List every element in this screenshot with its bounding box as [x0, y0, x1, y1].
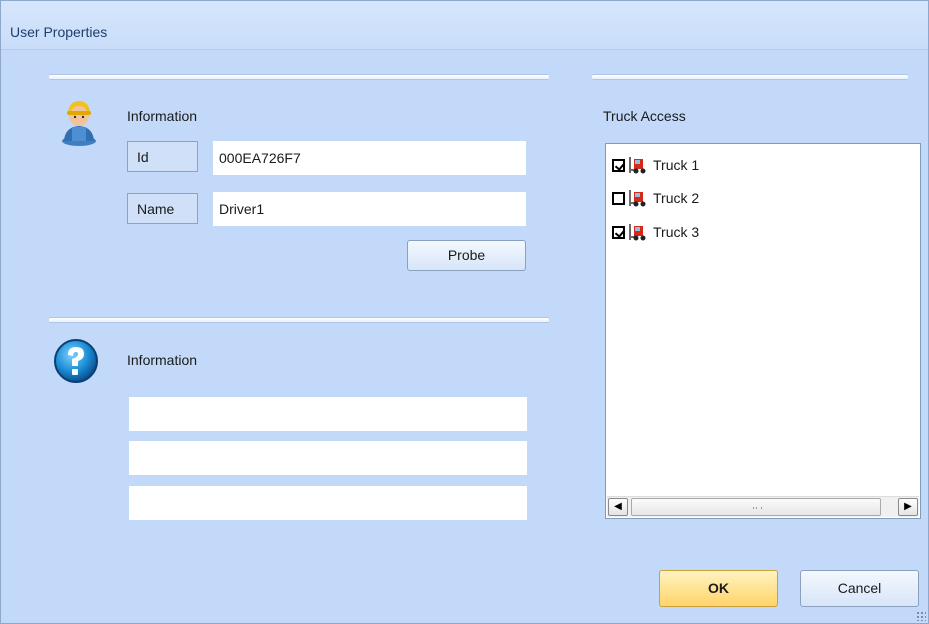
list-item-truck-1[interactable]: Truck 1 — [612, 154, 699, 176]
horizontal-scrollbar[interactable]: ◀ ▶ — [607, 496, 919, 517]
window-title: User Properties — [10, 24, 108, 40]
info-field-3[interactable] — [129, 486, 527, 520]
truck-access-heading: Truck Access — [603, 108, 686, 124]
scrollbar-grip — [753, 507, 762, 509]
truck-3-label: Truck 3 — [653, 224, 700, 240]
title-bar[interactable]: User Properties — [1, 1, 928, 50]
separator-truck-section — [592, 74, 908, 80]
truck-1-checkbox[interactable] — [612, 158, 625, 172]
info-field-1[interactable] — [129, 397, 527, 431]
truck-1-label: Truck 1 — [653, 157, 700, 173]
id-field[interactable] — [213, 141, 526, 175]
separator-info-section — [49, 317, 549, 323]
truck-3-checkbox[interactable] — [612, 225, 625, 239]
separator-user-section — [49, 74, 549, 80]
name-field[interactable] — [213, 192, 526, 226]
id-label: Id — [127, 141, 198, 172]
user-info-heading: Information — [127, 108, 198, 124]
user-properties-dialog: User Properties Information Id Name Prob… — [0, 0, 929, 624]
help-question-icon — [54, 339, 98, 383]
ok-button[interactable]: OK — [659, 570, 778, 607]
info-field-2[interactable] — [129, 441, 527, 475]
probe-button[interactable]: Probe — [407, 240, 526, 271]
info-heading: Information — [127, 352, 198, 368]
forklift-truck-icon — [629, 157, 646, 174]
list-item-truck-2[interactable]: Truck 2 — [612, 187, 699, 209]
resize-grip[interactable] — [916, 611, 926, 621]
scrollbar-thumb[interactable] — [631, 498, 881, 516]
truck-access-list[interactable]: Truck 1 Truck 2 Truck 3 ◀ ▶ — [605, 143, 921, 519]
list-item-truck-3[interactable]: Truck 3 — [612, 221, 699, 243]
scroll-left-arrow-icon[interactable]: ◀ — [608, 498, 628, 516]
forklift-truck-icon — [629, 224, 646, 241]
name-label: Name — [127, 193, 198, 224]
forklift-truck-icon — [629, 190, 646, 207]
user-worker-icon — [62, 101, 96, 146]
truck-2-label: Truck 2 — [653, 190, 700, 206]
truck-2-checkbox[interactable] — [612, 191, 625, 205]
cancel-button[interactable]: Cancel — [800, 570, 919, 607]
scroll-right-arrow-icon[interactable]: ▶ — [898, 498, 918, 516]
